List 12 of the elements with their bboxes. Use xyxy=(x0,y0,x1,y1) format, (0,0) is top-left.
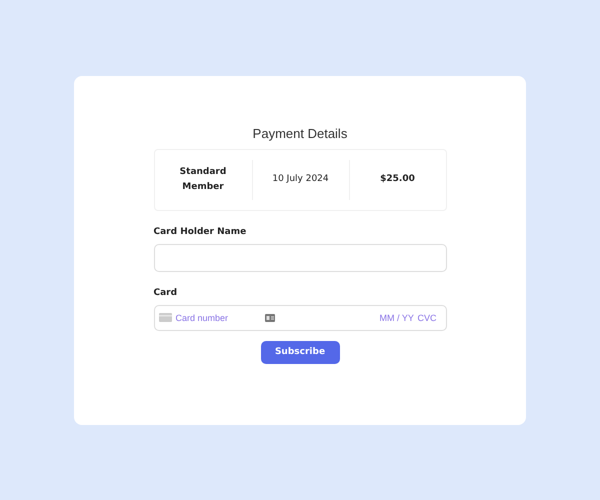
id-card-icon xyxy=(264,314,274,322)
cvc-field[interactable]: CVC xyxy=(418,312,438,322)
credit-card-icon xyxy=(158,313,172,322)
summary-text: $25.00 xyxy=(348,160,446,200)
summary-text: 10 July 2024 xyxy=(252,160,348,200)
expiry-field[interactable]: MM / YY xyxy=(380,312,414,322)
subscribe-button[interactable]: Subscribe xyxy=(260,340,340,364)
field-label: Card xyxy=(154,288,178,298)
form-title: Payment Details xyxy=(252,126,348,140)
input-field[interactable] xyxy=(154,244,446,272)
summary-text: Standard Member xyxy=(178,166,228,194)
field-label: Card Holder Name xyxy=(154,226,248,236)
